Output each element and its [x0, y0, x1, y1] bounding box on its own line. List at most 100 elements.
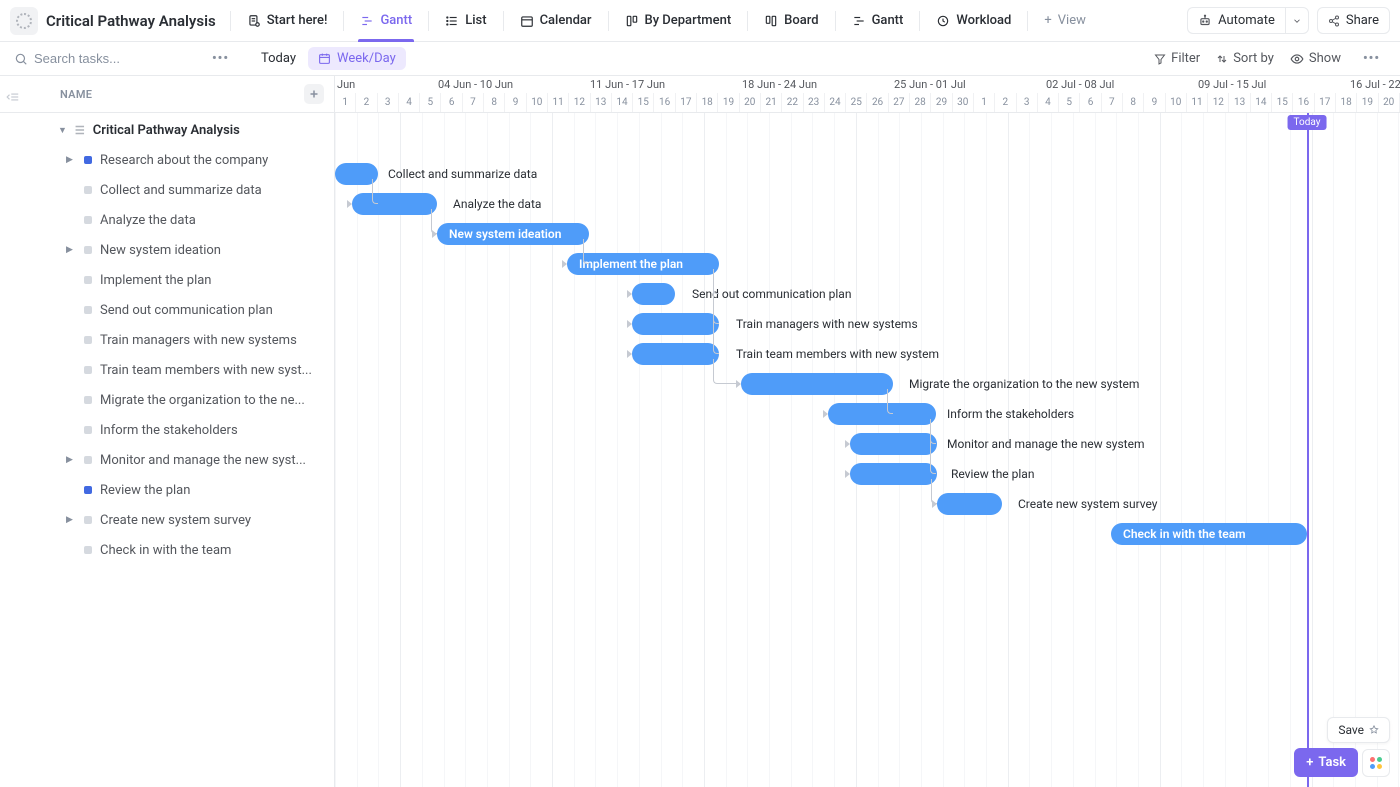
day-label[interactable]: 5	[420, 93, 441, 112]
today-button[interactable]: Today	[261, 51, 296, 66]
day-label[interactable]: 5	[1059, 93, 1080, 112]
view-tab-gantt[interactable]: Gantt	[348, 0, 424, 42]
gantt-bar[interactable]	[850, 463, 937, 485]
project-icon[interactable]	[10, 7, 38, 35]
gantt-bar[interactable]	[937, 493, 1002, 515]
automate-dropdown[interactable]	[1285, 7, 1309, 34]
day-label[interactable]: 4	[399, 93, 420, 112]
day-label[interactable]: 10	[527, 93, 548, 112]
day-label[interactable]: 7	[463, 93, 484, 112]
task-row[interactable]: ▶Monitor and manage the new syst...	[0, 445, 334, 475]
gantt-bar[interactable]	[741, 373, 893, 395]
day-label[interactable]: 2	[995, 93, 1016, 112]
day-label[interactable]: 21	[761, 93, 782, 112]
apps-button[interactable]	[1362, 749, 1390, 777]
search-input[interactable]	[34, 51, 174, 66]
day-label[interactable]: 27	[889, 93, 910, 112]
save-button[interactable]: Save	[1327, 717, 1390, 743]
day-label[interactable]: 6	[441, 93, 462, 112]
task-row[interactable]: ▶Migrate the organization to the ne...	[0, 385, 334, 415]
gantt-area[interactable]: Jun04 Jun - 10 Jun11 Jun - 17 Jun18 Jun …	[335, 76, 1400, 787]
zoom-weekday-button[interactable]: Week/Day	[308, 47, 406, 70]
view-tab-board[interactable]: Board	[752, 0, 830, 42]
gantt-bar[interactable]: New system ideation	[437, 223, 589, 245]
gantt-bar[interactable]: Check in with the team	[1111, 523, 1307, 545]
day-label[interactable]: 3	[1017, 93, 1038, 112]
gantt-bar[interactable]: Implement the plan	[567, 253, 719, 275]
task-row[interactable]: ▶Send out communication plan	[0, 295, 334, 325]
day-label[interactable]: 9	[505, 93, 526, 112]
sortby-button[interactable]: Sort by	[1216, 51, 1274, 66]
day-label[interactable]: 25	[846, 93, 867, 112]
gantt-bar[interactable]	[352, 193, 437, 215]
day-label[interactable]: 30	[953, 93, 974, 112]
day-label[interactable]: 13	[591, 93, 612, 112]
view-tab-by-department[interactable]: By Department	[613, 0, 744, 42]
day-label[interactable]: 18	[697, 93, 718, 112]
day-label[interactable]: 14	[1251, 93, 1272, 112]
day-label[interactable]: 20	[1379, 93, 1400, 112]
day-label[interactable]: 1	[974, 93, 995, 112]
day-label[interactable]: 1	[335, 93, 356, 112]
task-row[interactable]: ▶Research about the company	[0, 145, 334, 175]
day-label[interactable]: 15	[1272, 93, 1293, 112]
task-row[interactable]: ▶Train managers with new systems	[0, 325, 334, 355]
day-label[interactable]: 12	[569, 93, 590, 112]
view-tab-workload[interactable]: Workload	[924, 0, 1023, 42]
filter-button[interactable]: Filter	[1154, 51, 1200, 66]
gantt-bar[interactable]	[828, 403, 936, 425]
day-label[interactable]: 13	[1229, 93, 1250, 112]
day-label[interactable]: 26	[867, 93, 888, 112]
day-label[interactable]: 11	[548, 93, 569, 112]
gantt-bar[interactable]	[850, 433, 937, 455]
day-label[interactable]: 17	[1315, 93, 1336, 112]
day-label[interactable]: 22	[782, 93, 803, 112]
task-row[interactable]: ▶Inform the stakeholders	[0, 415, 334, 445]
task-row[interactable]: ▶Check in with the team	[0, 535, 334, 565]
day-label[interactable]: 16	[1293, 93, 1314, 112]
add-view-button[interactable]: + View	[1032, 0, 1098, 42]
day-label[interactable]: 14	[612, 93, 633, 112]
day-label[interactable]: 9	[1144, 93, 1165, 112]
task-row[interactable]: ▶Create new system survey	[0, 505, 334, 535]
toolbar-more[interactable]: •••	[1357, 51, 1386, 66]
more-menu[interactable]: •••	[206, 51, 235, 66]
day-label[interactable]: 17	[676, 93, 697, 112]
automate-button[interactable]: Automate	[1187, 7, 1285, 34]
add-task-button[interactable]	[304, 84, 324, 104]
view-tab-calendar[interactable]: Calendar	[508, 0, 604, 42]
day-label[interactable]: 28	[910, 93, 931, 112]
task-row[interactable]: ▶Implement the plan	[0, 265, 334, 295]
day-label[interactable]: 16	[654, 93, 675, 112]
task-row[interactable]: ▶Analyze the data	[0, 205, 334, 235]
new-task-fab[interactable]: + Task	[1294, 748, 1358, 777]
day-label[interactable]: 20	[740, 93, 761, 112]
day-label[interactable]: 10	[1166, 93, 1187, 112]
gantt-bar[interactable]	[632, 283, 675, 305]
day-label[interactable]: 4	[1038, 93, 1059, 112]
view-tab-start-here-[interactable]: Start here!	[235, 0, 340, 42]
gantt-bar[interactable]	[632, 343, 719, 365]
day-label[interactable]: 7	[1102, 93, 1123, 112]
day-label[interactable]: 11	[1187, 93, 1208, 112]
day-label[interactable]: 3	[378, 93, 399, 112]
day-label[interactable]: 19	[718, 93, 739, 112]
day-label[interactable]: 18	[1336, 93, 1357, 112]
day-label[interactable]: 23	[804, 93, 825, 112]
day-label[interactable]: 19	[1357, 93, 1378, 112]
tree-group[interactable]: ▼ ☰ Critical Pathway Analysis	[0, 115, 334, 145]
view-tab-gantt[interactable]: Gantt	[840, 0, 916, 42]
task-row[interactable]: ▶Collect and summarize data	[0, 175, 334, 205]
task-row[interactable]: ▶New system ideation	[0, 235, 334, 265]
day-label[interactable]: 15	[633, 93, 654, 112]
task-row[interactable]: ▶Review the plan	[0, 475, 334, 505]
day-label[interactable]: 6	[1080, 93, 1101, 112]
gantt-bar[interactable]	[632, 313, 719, 335]
day-label[interactable]: 8	[484, 93, 505, 112]
task-row[interactable]: ▶Train team members with new syst...	[0, 355, 334, 385]
day-label[interactable]: 8	[1123, 93, 1144, 112]
share-button[interactable]: Share	[1317, 7, 1390, 34]
day-label[interactable]: 2	[356, 93, 377, 112]
day-label[interactable]: 29	[931, 93, 952, 112]
day-label[interactable]: 12	[1208, 93, 1229, 112]
